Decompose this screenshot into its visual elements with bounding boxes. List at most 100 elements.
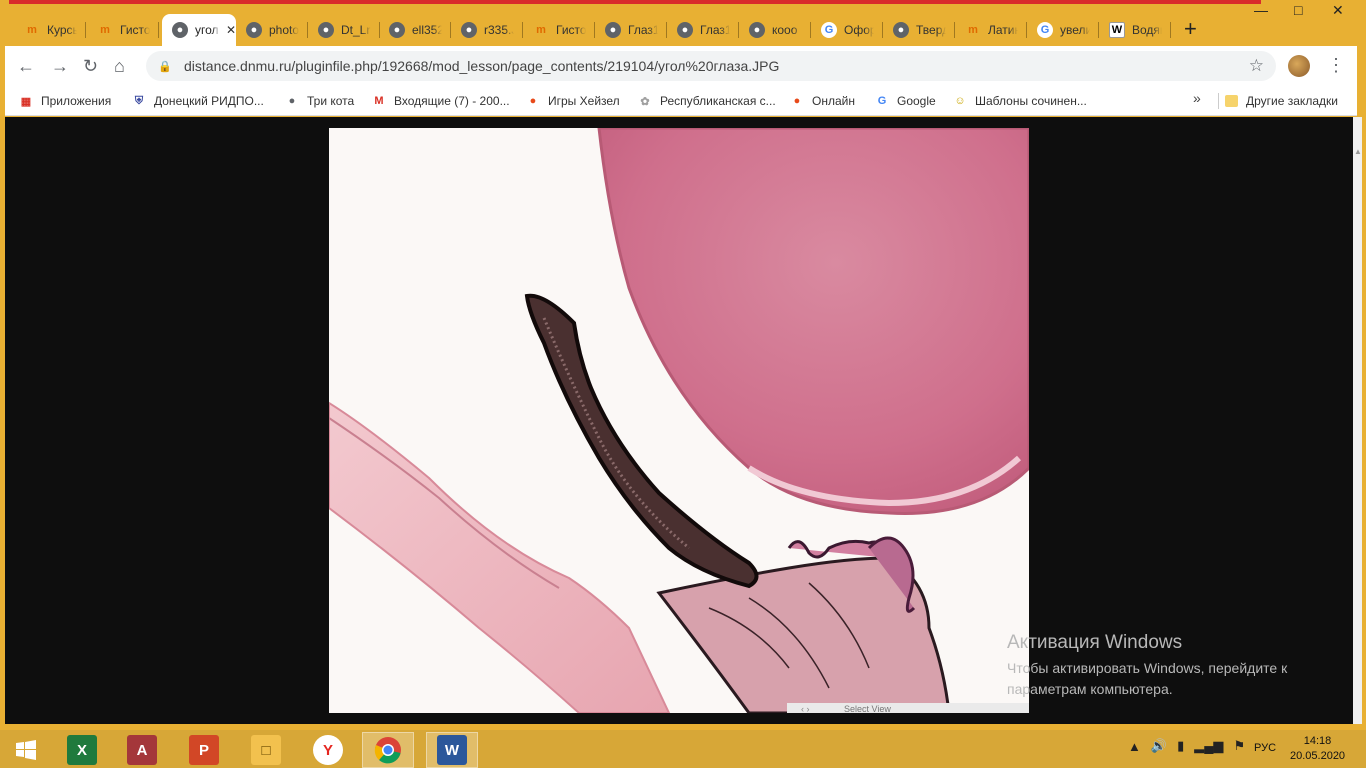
start-button[interactable] [0, 732, 52, 768]
bookmark-5[interactable]: ✿ Республиканская с... [638, 91, 775, 111]
tab-8[interactable]: ● Глаз1 [595, 14, 667, 46]
globe-icon: ● [246, 22, 262, 38]
clock[interactable]: 14:18 20.05.2020 [1290, 734, 1345, 764]
tab-7[interactable]: m Гисто [523, 14, 595, 46]
reload-button[interactable]: ↻ [83, 56, 98, 77]
windows-logo-icon [16, 740, 36, 760]
forward-button[interactable]: → [51, 56, 69, 77]
tab-5[interactable]: ● ell352 [379, 14, 451, 46]
globe-icon: ● [605, 22, 621, 38]
shield-icon: ⛨ [134, 94, 144, 107]
tab-0[interactable]: m Курсы [14, 14, 86, 46]
moodle-icon: m [968, 24, 978, 36]
bookmarks-divider [1218, 93, 1219, 109]
action-flag-icon[interactable]: ⚑ [1233, 738, 1245, 754]
taskbar-word[interactable]: W [426, 732, 478, 768]
tab-label: r335.J [484, 23, 514, 37]
tab-label: Водян [1132, 23, 1162, 37]
histology-image: ‹ › Select View [329, 128, 1029, 713]
eye-angle-micrograph: ‹ › Select View [329, 128, 1029, 713]
lock-icon: 🔒 [158, 60, 172, 73]
address-bar[interactable]: 🔒 distance.dnmu.ru/pluginfile.php/192668… [146, 51, 1276, 81]
more-bookmarks-button[interactable]: » [1193, 90, 1201, 106]
tab-3[interactable]: ● photo [236, 14, 308, 46]
bookmark-label: Игры Хейзел [548, 94, 620, 108]
tab-strip: mКурсыmГистология●угол✕●photo●Dt_Lr●ell3… [4, 0, 1362, 46]
activation-line-1: Чтобы активировать Windows, перейдите к [1007, 660, 1288, 676]
tab-10[interactable]: ● кооо [739, 14, 811, 46]
tab-1[interactable]: m Гистология [87, 14, 159, 46]
close-window-button[interactable]: ✕ [1332, 2, 1344, 19]
apps-grid-icon: ▦ [20, 95, 32, 108]
show-hidden-icons-icon[interactable]: ▲ [1128, 739, 1141, 754]
network-signal-icon[interactable]: ▂▄▆ [1194, 738, 1223, 754]
taskbar-excel[interactable]: X [56, 732, 108, 768]
globe-icon: ● [288, 95, 296, 107]
bookmark-star-icon[interactable]: ☆ [1249, 56, 1264, 76]
bookmark-label: Три кота [307, 94, 355, 108]
bookmark-4[interactable]: ● Игры Хейзел [526, 91, 620, 111]
tab-4[interactable]: ● Dt_Lr [308, 14, 380, 46]
battery-icon[interactable]: ▮ [1177, 738, 1184, 754]
volume-icon[interactable]: 🔊 [1151, 738, 1167, 754]
bookmark-label: Google [897, 94, 936, 108]
taskbar-powerpoint[interactable]: P [178, 732, 230, 768]
browser-menu-button[interactable]: ⋮ [1327, 55, 1345, 76]
activation-title: Активация Windows [1007, 632, 1183, 653]
tab-label: Глаз1 [700, 23, 730, 37]
tab-13[interactable]: m Латин [955, 14, 1027, 46]
bookmark-1[interactable]: ⛨ Донецкий РИДПО... [132, 91, 264, 111]
language-indicator[interactable]: РУС [1254, 742, 1276, 754]
bookmark-3[interactable]: M Входящие (7) - 200... [372, 91, 510, 111]
home-button[interactable]: ⌂ [114, 56, 125, 77]
tab-11[interactable]: G Офор [811, 14, 883, 46]
bookmark-label: Шаблоны сочинен... [975, 94, 1087, 108]
back-button[interactable]: ← [17, 56, 35, 77]
taskbar-access[interactable]: A [116, 732, 168, 768]
tab-12[interactable]: ● Тверд [883, 14, 955, 46]
tab-2[interactable]: ● угол ✕ [162, 14, 236, 46]
taskbar-file-explorer[interactable]: □ [240, 732, 292, 768]
page-viewport: ‹ › Select View Активация Windows Чтобы … [5, 117, 1353, 724]
taskbar-yandex-browser[interactable]: Y [302, 732, 354, 768]
maximize-button[interactable]: □ [1294, 2, 1302, 18]
bookmark-0[interactable]: ▦ Приложения [19, 91, 111, 111]
tab-label: Глаз1 [628, 23, 658, 37]
tab-label: ell352 [412, 23, 442, 37]
tab-label: Dt_Lr [341, 23, 371, 37]
new-tab-button[interactable]: + [1184, 18, 1197, 40]
other-bookmarks-label: Другие закладки [1246, 94, 1338, 108]
bookmark-2[interactable]: ● Три кота [285, 91, 355, 111]
chrome-icon [374, 737, 401, 764]
scroll-up-arrow[interactable]: ▲ [1354, 147, 1362, 159]
taskbar-chrome[interactable] [362, 732, 414, 768]
tab-label: Курсы [47, 23, 77, 37]
bookmark-7[interactable]: G Google [875, 91, 936, 111]
svg-text:‹ ›: ‹ › [801, 704, 810, 713]
minimize-button[interactable]: — [1254, 2, 1268, 18]
tab-9[interactable]: ● Глаз1 [667, 14, 739, 46]
globe-icon: ● [677, 22, 693, 38]
globe-icon: ● [461, 22, 477, 38]
bookmark-label: Входящие (7) - 200... [394, 94, 510, 108]
tab-6[interactable]: ● r335.J [451, 14, 523, 46]
moodle-icon: m [100, 24, 110, 36]
clock-date: 20.05.2020 [1290, 750, 1346, 762]
globe-icon: ● [389, 22, 405, 38]
browser-window: mКурсыmГистология●угол✕●photo●Dt_Lr●ell3… [0, 0, 1366, 730]
profile-avatar[interactable] [1288, 55, 1310, 77]
vertical-scrollbar[interactable] [1353, 117, 1362, 724]
tab-label: угол [195, 23, 219, 37]
tab-14[interactable]: Gувели [1027, 14, 1099, 46]
bookmark-8[interactable]: ☺ Шаблоны сочинен... [953, 91, 1087, 111]
google-icon: G [1037, 22, 1053, 38]
bookmark-6[interactable]: ● Онлайн [790, 91, 855, 111]
other-bookmarks-folder[interactable]: Другие закладки [1225, 91, 1338, 111]
folder-icon [1225, 95, 1238, 107]
windows-taskbar: X A P □ Y W ▲ 🔊 ▮ ▂▄▆ ⚑ РУС 14:18 20.05.… [0, 730, 1366, 768]
excel-icon: X [67, 735, 97, 765]
circle-logo-icon: ● [793, 95, 801, 107]
tab-15[interactable]: W Водян [1099, 14, 1171, 46]
close-tab-icon[interactable]: ✕ [226, 23, 236, 37]
smiley-icon: ☺ [954, 95, 966, 107]
